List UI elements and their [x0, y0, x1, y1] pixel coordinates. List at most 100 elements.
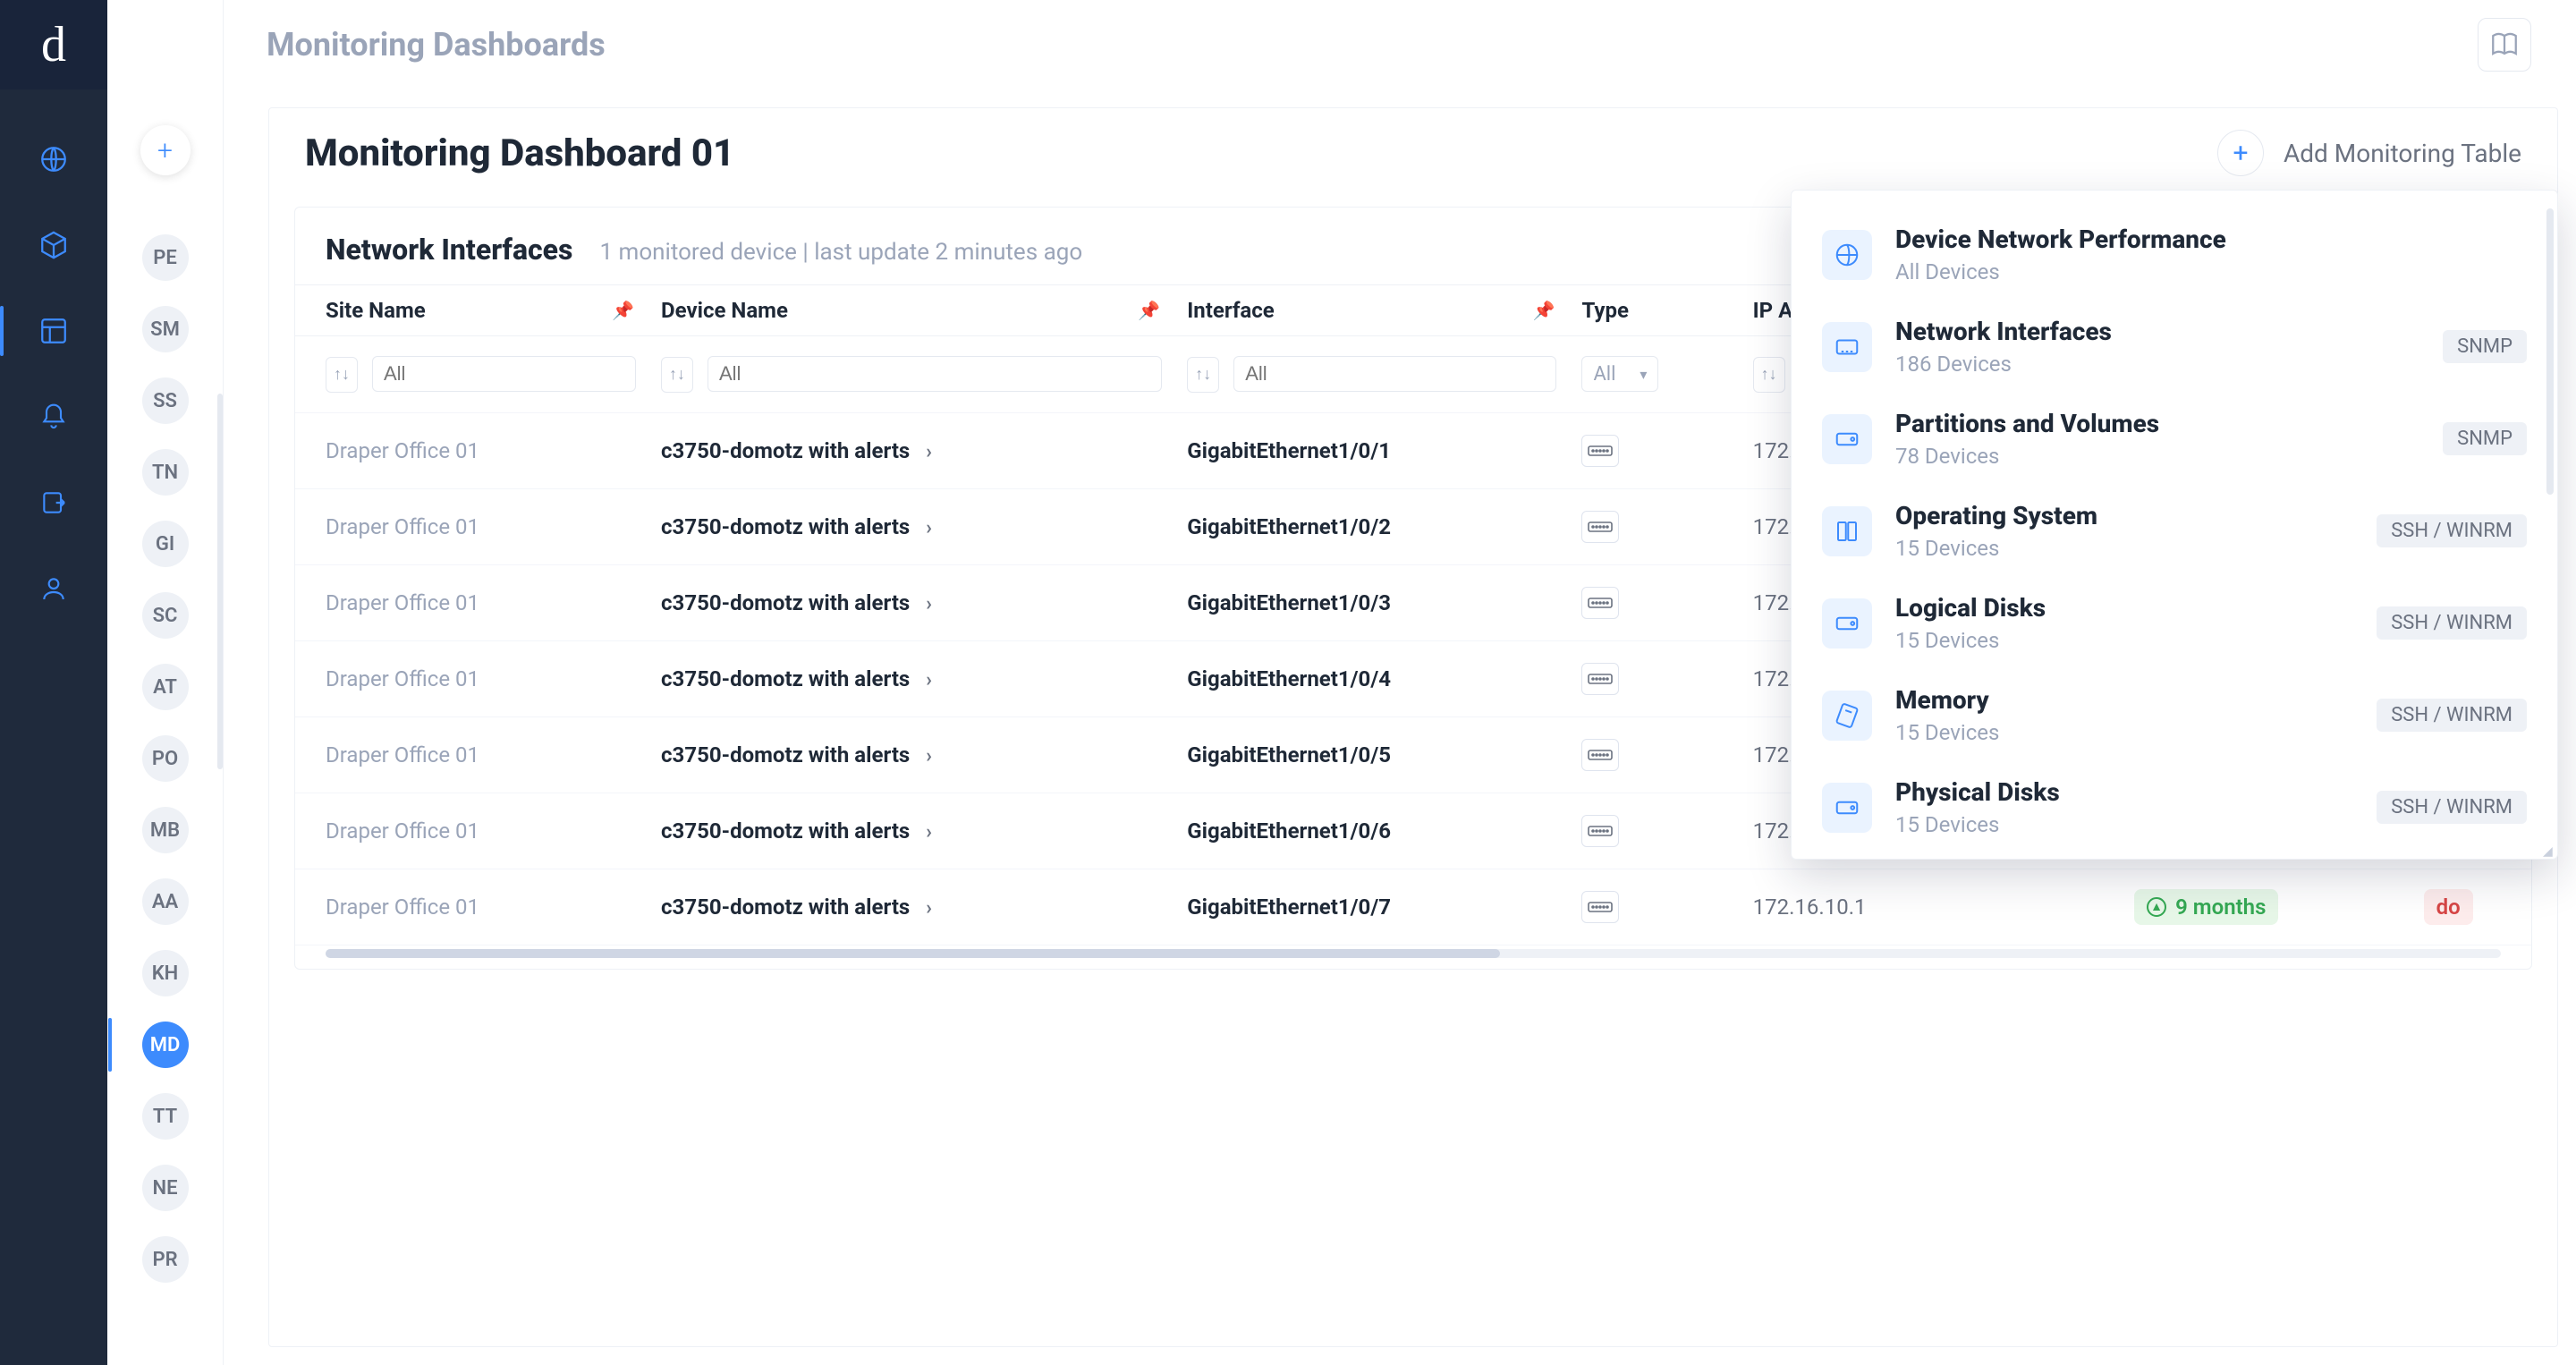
cell-device: c3750-domotz with alerts ›: [650, 565, 1176, 641]
dropdown-scrollbar[interactable]: [2546, 208, 2554, 495]
add-monitoring-table-button[interactable]: + Add Monitoring Table: [2217, 130, 2521, 176]
pin-icon[interactable]: 📌: [1533, 300, 1555, 321]
cell-interface: GigabitEthernet1/0/7: [1176, 869, 1571, 945]
sort-interface[interactable]: ↑↓: [1187, 357, 1219, 393]
col-type[interactable]: Type: [1571, 284, 1741, 336]
add-dashboard-button[interactable]: +: [140, 125, 191, 175]
resize-handle-icon[interactable]: ◢: [2543, 844, 2555, 857]
tag-pr[interactable]: PR: [142, 1236, 189, 1283]
tag-pe[interactable]: PE: [142, 234, 189, 281]
sort-device[interactable]: ↑↓: [661, 357, 693, 393]
globe-icon[interactable]: [38, 143, 70, 175]
cube-icon[interactable]: [38, 229, 70, 261]
dropdown-item-tag: SNMP: [2443, 422, 2527, 455]
tag-kh[interactable]: KH: [142, 950, 189, 996]
chevron-right-icon[interactable]: ›: [915, 897, 943, 920]
tags-scrollbar[interactable]: [217, 394, 223, 769]
docs-button[interactable]: [2478, 18, 2531, 72]
dropdown-item[interactable]: Device Network PerformanceAll Devices: [1792, 208, 2557, 301]
scroll-thumb[interactable]: [326, 949, 1500, 958]
tag-sm[interactable]: SM: [142, 306, 189, 352]
export-icon[interactable]: [38, 487, 70, 519]
logo-glyph: d: [41, 16, 66, 73]
dropdown-item[interactable]: Partitions and Volumes 78 Devices SNMP: [1792, 393, 2557, 485]
table-horizontal-scrollbar[interactable]: [326, 949, 2501, 958]
dropdown-item-icon: [1822, 506, 1872, 556]
dropdown-item[interactable]: Physical Disks15 DevicesSSH / WINRM: [1792, 761, 2557, 853]
sort-site[interactable]: ↑↓: [326, 357, 358, 393]
switch-icon: [1581, 435, 1619, 467]
tag-mb[interactable]: MB: [142, 807, 189, 853]
dropdown-item[interactable]: Logical Disks15 DevicesSSH / WINRM: [1792, 577, 2557, 669]
cell-site: Draper Office 01: [295, 717, 650, 793]
dropdown-item-sub: 15 Devices: [1895, 628, 2046, 653]
tag-ss[interactable]: SS: [142, 377, 189, 424]
plus-icon: +: [2217, 130, 2264, 176]
tag-gi[interactable]: GI: [142, 521, 189, 567]
dropdown-item-tag: SSH / WINRM: [2377, 699, 2527, 732]
filter-device[interactable]: [708, 356, 1162, 392]
sort-ip[interactable]: ↑↓: [1753, 357, 1785, 393]
chevron-down-icon: ▾: [1640, 366, 1647, 383]
switch-icon: [1581, 891, 1619, 923]
cell-interface: GigabitEthernet1/0/6: [1176, 793, 1571, 869]
switch-icon: [1581, 511, 1619, 543]
dropdown-item-title: Physical Disks: [1895, 777, 2060, 807]
cell-interface: GigabitEthernet1/0/1: [1176, 413, 1571, 489]
chevron-right-icon[interactable]: ›: [915, 593, 943, 615]
table-row[interactable]: Draper Office 01c3750-domotz with alerts…: [295, 869, 2531, 945]
dropdown-item-title: Network Interfaces: [1895, 317, 2112, 346]
chevron-right-icon[interactable]: ›: [915, 669, 943, 691]
book-icon: [2489, 30, 2520, 60]
dropdown-item-title: Partitions and Volumes: [1895, 409, 2159, 438]
tag-aa[interactable]: AA: [142, 878, 189, 925]
tag-ne[interactable]: NE: [142, 1165, 189, 1211]
col-interface[interactable]: Interface 📌: [1176, 284, 1571, 336]
dropdown-item-title: Memory: [1895, 685, 1999, 715]
cell-site: Draper Office 01: [295, 869, 650, 945]
cell-site: Draper Office 01: [295, 793, 650, 869]
chevron-right-icon[interactable]: ›: [915, 821, 943, 844]
dropdown-item-tag: SNMP: [2443, 330, 2527, 363]
tags-rail: + PE SM SS TN GI SC AT PO MB AA KH MD TT NE PR: [107, 0, 224, 1365]
dropdown-item-sub: All Devices: [1895, 259, 2226, 284]
tag-sc[interactable]: SC: [142, 592, 189, 639]
pin-icon[interactable]: 📌: [612, 300, 634, 321]
chevron-right-icon[interactable]: ›: [915, 745, 943, 767]
cell-type: [1571, 641, 1741, 717]
tag-md[interactable]: MD: [142, 1022, 189, 1068]
dropdown-item-icon: [1822, 322, 1872, 372]
dropdown-item-icon: [1822, 598, 1872, 649]
tag-po[interactable]: PO: [142, 735, 189, 782]
tag-tn[interactable]: TN: [142, 449, 189, 496]
pin-icon[interactable]: 📌: [1138, 300, 1160, 321]
add-table-label: Add Monitoring Table: [2284, 139, 2521, 168]
dropdown-item-sub: 78 Devices: [1895, 444, 2159, 469]
cell-device: c3750-domotz with alerts ›: [650, 413, 1176, 489]
chevron-right-icon[interactable]: ›: [915, 441, 943, 463]
dropdown-item[interactable]: Memory15 DevicesSSH / WINRM: [1792, 669, 2557, 761]
nav-rail: d: [0, 0, 107, 1365]
col-device[interactable]: Device Name 📌: [650, 284, 1176, 336]
dropdown-item[interactable]: Network Interfaces186 DevicesSNMP: [1792, 301, 2557, 393]
filter-interface[interactable]: [1233, 356, 1556, 392]
dropdown-item[interactable]: Operating System15 DevicesSSH / WINRM: [1792, 485, 2557, 577]
switch-icon: [1581, 815, 1619, 847]
filter-site[interactable]: [372, 356, 636, 392]
logo[interactable]: d: [0, 0, 107, 89]
tag-tt[interactable]: TT: [142, 1093, 189, 1140]
chevron-right-icon[interactable]: ›: [915, 517, 943, 539]
col-site[interactable]: Site Name 📌: [295, 284, 650, 336]
cell-status: ▲9 months: [2123, 869, 2413, 945]
panel-subtitle: 1 monitored device | last update 2 minut…: [599, 239, 1082, 266]
tag-at[interactable]: AT: [142, 664, 189, 710]
filter-type[interactable]: All▾: [1581, 356, 1658, 392]
dropdown-item-icon: [1822, 230, 1872, 280]
cell-device: c3750-domotz with alerts ›: [650, 869, 1176, 945]
user-icon[interactable]: [38, 572, 70, 605]
dropdown-item-icon: [1822, 414, 1872, 464]
dropdown-item-title: Operating System: [1895, 501, 2097, 530]
dashboard-icon[interactable]: [38, 315, 70, 347]
uptime-icon: ▲: [2147, 897, 2166, 917]
bell-icon[interactable]: [38, 401, 70, 433]
